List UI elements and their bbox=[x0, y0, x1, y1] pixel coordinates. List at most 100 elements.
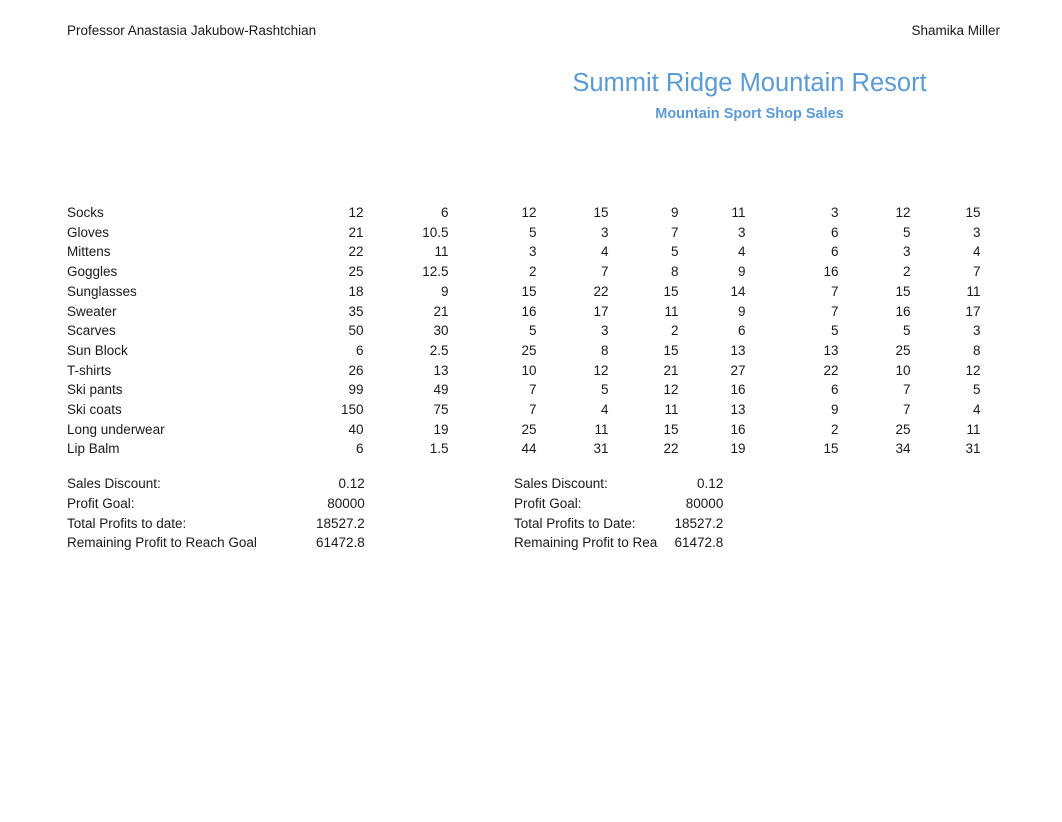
value-cell: 22 bbox=[348, 244, 364, 260]
value-cell: 4 bbox=[601, 402, 609, 418]
document-header: Professor Anastasia Jakubow-Rashtchian S… bbox=[0, 21, 1062, 41]
page-title: Summit Ridge Mountain Resort bbox=[572, 69, 927, 97]
value-cell: 3 bbox=[601, 224, 609, 240]
value-cell: 9 bbox=[738, 303, 746, 319]
table-row: Sun Block 6 2.5 25 8 15 13 13 25 8 bbox=[67, 341, 981, 361]
summary-row-right: Total Profits to Date: 18527.2 bbox=[514, 514, 723, 534]
value-cell: 2 bbox=[529, 264, 537, 280]
summary-row-left: Sales Discount: 0.12 bbox=[67, 474, 365, 494]
value-cell: 6 bbox=[738, 323, 746, 339]
table-row: Goggles 25 12.5 2 7 8 9 16 2 7 bbox=[67, 262, 981, 282]
value-cell: 7 bbox=[529, 382, 537, 398]
product-name-cell: Mittens bbox=[67, 244, 111, 260]
value-cell: 5 bbox=[831, 323, 839, 339]
value-cell: 22 bbox=[823, 362, 839, 378]
value-cell: 9 bbox=[831, 402, 839, 418]
product-name-cell: Goggles bbox=[67, 264, 118, 280]
value-cell: 1.5 bbox=[429, 441, 449, 457]
summary-row-left: Total Profits to date: 18527.2 bbox=[67, 514, 365, 534]
product-name-cell: Scarves bbox=[67, 323, 116, 339]
value-cell: 11 bbox=[594, 421, 609, 437]
value-cell: 4 bbox=[973, 244, 981, 260]
product-name-cell: T-shirts bbox=[67, 362, 112, 378]
summary-row-left: Profit Goal: 80000 bbox=[67, 494, 365, 514]
value-cell: 13 bbox=[730, 402, 746, 418]
value-cell: 2 bbox=[903, 264, 911, 280]
summary-block-right: Sales Discount: 0.12 Profit Goal: 80000 Tota… bbox=[514, 474, 723, 553]
summary-row-right: Sales Discount: 0.12 bbox=[514, 474, 723, 494]
product-name-cell: Ski coats bbox=[67, 402, 122, 418]
value-cell: 9 bbox=[441, 283, 449, 299]
table-row: Sunglasses 18 9 15 22 15 14 7 15 11 bbox=[67, 282, 981, 302]
value-cell: 16 bbox=[730, 421, 746, 437]
value-cell: 9 bbox=[671, 205, 679, 220]
summary-row-right: Profit Goal: 80000 bbox=[514, 494, 723, 514]
title-block: Summit Ridge Mountain Resort Mountain Sp… bbox=[396, 66, 1062, 124]
value-cell: 75 bbox=[433, 402, 449, 418]
table-row: Lip Balm 6 1.5 44 31 22 19 15 34 31 bbox=[67, 439, 981, 459]
value-cell: 25 bbox=[895, 421, 911, 437]
value-cell: 31 bbox=[593, 441, 609, 457]
table-row: Sweater 35 21 16 17 11 9 7 16 17 bbox=[67, 302, 981, 322]
value-cell: 11 bbox=[434, 244, 449, 260]
sales-data-table: Socks 12 6 12 15 9 11 3 12 15 Gloves 21 10.5 5 3 7 3 6 5 3 M… bbox=[67, 203, 981, 459]
product-name-cell: Sunglasses bbox=[67, 283, 137, 299]
summary-label: Remaining Profit to Reach Goal bbox=[67, 535, 257, 551]
value-cell: 6 bbox=[356, 441, 364, 457]
value-cell: 40 bbox=[348, 421, 364, 437]
summary-value: 80000 bbox=[327, 495, 365, 511]
table-row: Gloves 21 10.5 5 3 7 3 6 5 3 bbox=[67, 223, 981, 243]
value-cell: 5 bbox=[903, 224, 911, 240]
value-cell: 2 bbox=[831, 421, 839, 437]
product-name-cell: Sweater bbox=[67, 303, 117, 319]
product-name-cell: Long underwear bbox=[67, 421, 165, 437]
value-cell: 7 bbox=[601, 264, 609, 280]
value-cell: 3 bbox=[831, 205, 839, 220]
summary-label: Sales Discount: bbox=[67, 476, 161, 491]
value-cell: 12 bbox=[348, 205, 364, 220]
value-cell: 12 bbox=[895, 205, 911, 220]
value-cell: 18 bbox=[348, 283, 364, 299]
value-cell: 15 bbox=[593, 205, 609, 220]
value-cell: 15 bbox=[663, 421, 679, 437]
value-cell: 12 bbox=[965, 362, 981, 378]
product-name-cell: Gloves bbox=[67, 224, 110, 240]
summary-value: 0.12 bbox=[338, 476, 365, 491]
value-cell: 12 bbox=[521, 205, 537, 220]
value-cell: 4 bbox=[738, 244, 746, 260]
value-cell: 15 bbox=[663, 283, 679, 299]
value-cell: 7 bbox=[903, 382, 911, 398]
value-cell: 25 bbox=[521, 421, 537, 437]
summary-value: 18527.2 bbox=[316, 515, 365, 531]
summary-value: 61472.8 bbox=[316, 535, 365, 551]
value-cell: 5 bbox=[903, 323, 911, 339]
summary-label: Sales Discount: bbox=[514, 476, 608, 491]
value-cell: 34 bbox=[895, 441, 911, 457]
value-cell: 6 bbox=[356, 342, 364, 358]
value-cell: 15 bbox=[965, 205, 981, 220]
value-cell: 17 bbox=[593, 303, 609, 319]
value-cell: 9 bbox=[738, 264, 746, 280]
summary-label: Total Profits to date: bbox=[67, 515, 187, 531]
value-cell: 8 bbox=[601, 342, 609, 358]
value-cell: 16 bbox=[730, 382, 746, 398]
table-row: Socks 12 6 12 15 9 11 3 12 15 bbox=[67, 203, 981, 223]
value-cell: 3 bbox=[738, 224, 746, 240]
value-cell: 150 bbox=[341, 402, 364, 418]
value-cell: 15 bbox=[521, 283, 537, 299]
product-name-cell: Socks bbox=[67, 205, 104, 220]
value-cell: 35 bbox=[348, 303, 364, 319]
value-cell: 11 bbox=[664, 402, 679, 418]
value-cell: 13 bbox=[433, 362, 449, 378]
value-cell: 11 bbox=[664, 303, 679, 319]
value-cell: 17 bbox=[965, 303, 981, 319]
summary-row-right: Remaining Profit to Rea 61472.8 bbox=[514, 533, 723, 553]
value-cell: 3 bbox=[973, 224, 981, 240]
value-cell: 8 bbox=[973, 342, 981, 358]
value-cell: 7 bbox=[529, 402, 537, 418]
value-cell: 8 bbox=[671, 264, 679, 280]
value-cell: 15 bbox=[823, 441, 839, 457]
value-cell: 11 bbox=[966, 421, 981, 437]
value-cell: 19 bbox=[433, 421, 449, 437]
value-cell: 7 bbox=[973, 264, 981, 280]
